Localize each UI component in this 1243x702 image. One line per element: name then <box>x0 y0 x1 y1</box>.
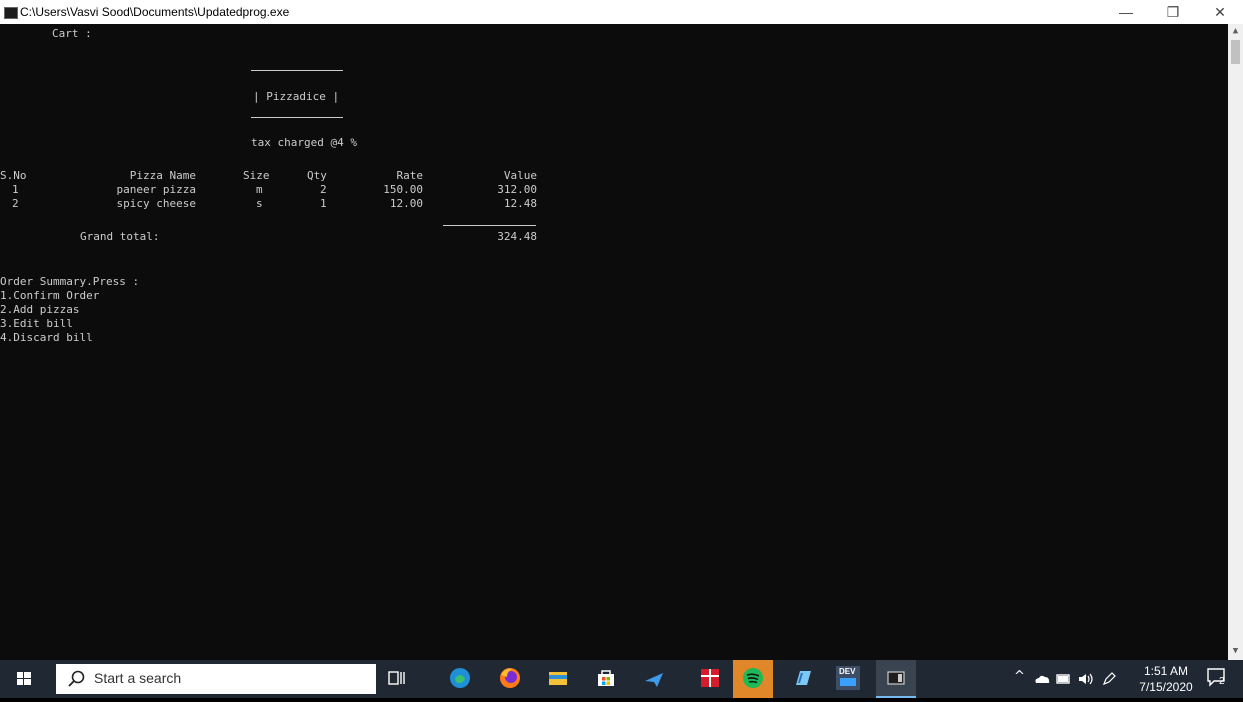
scrollbar-thumb[interactable] <box>1231 40 1240 64</box>
row-1-size: m <box>256 183 263 196</box>
action-center-button[interactable]: 2 <box>1206 667 1234 691</box>
search-icon <box>68 670 85 687</box>
row-2-pizza-name: spicy cheese <box>116 197 196 210</box>
row-1-qty: 2 <box>320 183 327 196</box>
column-header-pizza-name: Pizza Name <box>129 169 196 182</box>
task-view-icon[interactable] <box>383 665 409 691</box>
search-box[interactable]: Start a search <box>56 664 376 694</box>
app-arrow-icon[interactable] <box>641 665 667 691</box>
column-header-qty: Qty <box>307 169 327 182</box>
notification-count: 2 <box>1219 676 1225 687</box>
store-icon[interactable] <box>593 665 619 691</box>
clock-date: 7/15/2020 <box>1139 680 1193 694</box>
menu-option-discard: 4.Discard bill <box>0 331 93 344</box>
row-2-sno: 2 <box>12 197 19 210</box>
row-1-value: 312.00 <box>497 183 537 196</box>
column-header-rate: Rate <box>396 169 424 182</box>
cart-label: Cart : <box>52 27 92 40</box>
firefox-icon[interactable] <box>497 665 523 691</box>
gift-icon[interactable] <box>697 665 723 691</box>
dev-cpp-icon[interactable]: DEV <box>836 666 860 690</box>
spotify-icon <box>743 668 763 688</box>
scroll-up-arrow[interactable]: ▲ <box>1228 26 1243 36</box>
window-title: C:\Users\Vasvi Sood\Documents\Updatedpro… <box>20 5 290 19</box>
menu-option-add: 2.Add pizzas <box>0 303 80 316</box>
pen-icon[interactable] <box>1101 671 1117 687</box>
maximize-button[interactable]: ❐ <box>1150 0 1196 24</box>
row-2-rate: 12.00 <box>389 197 423 210</box>
menu-option-edit: 3.Edit bill <box>0 317 73 330</box>
shop-name-bottom-rule <box>251 117 343 118</box>
close-button[interactable]: ✕ <box>1197 0 1243 24</box>
grand-total-label: Grand total: <box>80 230 160 243</box>
console-window-taskbar-tile[interactable] <box>876 660 916 698</box>
grand-total-value: 324.48 <box>497 230 537 243</box>
menu-option-confirm: 1.Confirm Order <box>0 289 100 302</box>
clock-time: 1:51 AM <box>1143 664 1189 678</box>
dev-cpp-label: DEV <box>839 667 856 676</box>
system-clock[interactable]: 1:51 AM 7/15/2020 <box>1136 663 1196 695</box>
column-header-sno: S.No <box>0 169 27 182</box>
start-button[interactable] <box>0 660 48 698</box>
windows-logo-icon <box>17 672 31 685</box>
console-window-icon <box>887 671 905 685</box>
row-1-sno: 1 <box>12 183 19 196</box>
row-2-value: 12.48 <box>503 197 537 210</box>
notes-icon[interactable] <box>790 665 816 691</box>
file-explorer-icon[interactable] <box>545 665 571 691</box>
search-placeholder: Start a search <box>94 670 182 686</box>
edge-icon[interactable] <box>447 665 473 691</box>
row-1-pizza-name: paneer pizza <box>116 183 196 196</box>
column-header-value: Value <box>503 169 537 182</box>
taskbar: Start a search DEV ^ 1:51 AM 7/15/2020 2 <box>0 660 1243 698</box>
vertical-scrollbar[interactable]: ▲ ▼ <box>1228 24 1243 660</box>
console-app-icon <box>4 7 18 19</box>
shop-name: | Pizzadice | <box>253 90 340 103</box>
spotify-taskbar-tile[interactable] <box>733 660 773 698</box>
tax-line: tax charged @4 % <box>251 136 357 149</box>
menu-title: Order Summary.Press : <box>0 275 140 288</box>
dev-cpp-icon-mark <box>840 678 856 686</box>
onedrive-icon[interactable] <box>1033 672 1051 686</box>
battery-icon[interactable] <box>1055 672 1073 686</box>
column-header-size: Size <box>243 169 270 182</box>
scroll-down-arrow[interactable]: ▼ <box>1228 646 1243 656</box>
row-2-qty: 1 <box>320 197 327 210</box>
grand-total-rule <box>443 225 536 226</box>
row-1-rate: 150.00 <box>383 183 423 196</box>
console-output[interactable]: Cart : | Pizzadice | tax charged @4 % S.… <box>0 24 1228 660</box>
speaker-icon[interactable] <box>1077 671 1095 687</box>
minimize-button[interactable]: — <box>1103 0 1149 24</box>
show-hidden-icons-chevron[interactable]: ^ <box>1014 669 1025 684</box>
shop-name-top-rule <box>251 70 343 71</box>
window-title-bar: C:\Users\Vasvi Sood\Documents\Updatedpro… <box>0 0 1243 24</box>
row-2-size: s <box>256 197 263 210</box>
